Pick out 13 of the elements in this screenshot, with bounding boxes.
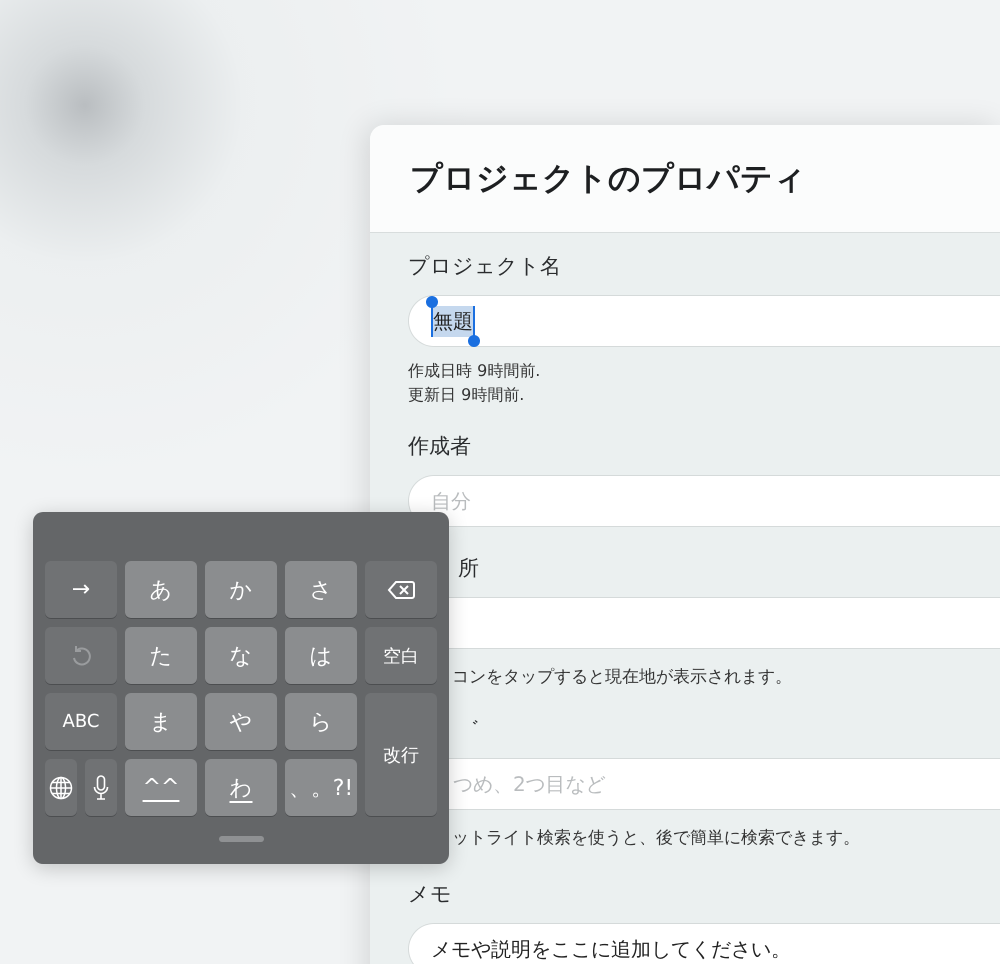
field-label: 作成者 [408, 433, 472, 460]
field-label: 所 [458, 555, 480, 582]
memo-text: メモや説明をここに追加してください。 [431, 936, 791, 962]
date-info: 更新日 9時間前. [408, 384, 526, 406]
date-info: 作成日時 9時間前. [408, 360, 542, 382]
field-label: ゛ [458, 716, 481, 743]
field-label: メモ [408, 881, 453, 908]
placeholder-text: 自分 [431, 488, 471, 514]
hint-text: コンをタップすると現在地が表示されます。 [452, 666, 793, 688]
dialog-title: プロジェクトのプロパティ [410, 158, 806, 198]
placeholder-text: つめ、2つ目など [453, 770, 606, 798]
hint-text: ットライト検索を使うと、後で簡単に検索できます。 [452, 827, 861, 849]
field-label: プロジェクト名 [408, 253, 562, 280]
